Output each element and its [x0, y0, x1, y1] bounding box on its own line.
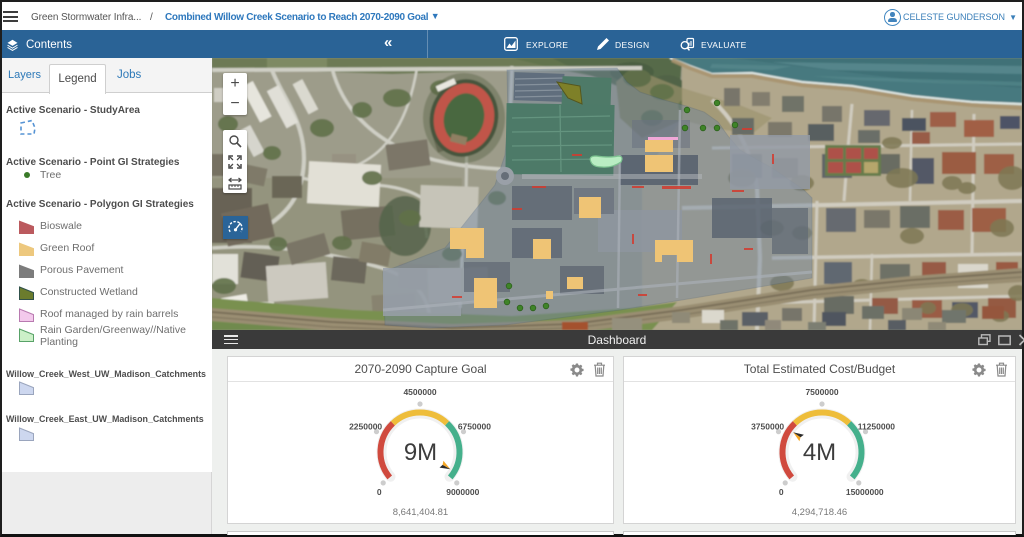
svg-text:2250000: 2250000	[349, 422, 382, 432]
svg-text:15000000: 15000000	[846, 487, 884, 497]
svg-text:4500000: 4500000	[403, 387, 436, 397]
svg-text:0: 0	[779, 487, 784, 497]
svg-text:6750000: 6750000	[458, 422, 491, 432]
svg-text:3750000: 3750000	[751, 422, 784, 432]
svg-text:9000000: 9000000	[446, 487, 479, 497]
svg-text:11250000: 11250000	[858, 422, 896, 432]
svg-text:7500000: 7500000	[805, 387, 838, 397]
svg-text:0: 0	[377, 487, 382, 497]
